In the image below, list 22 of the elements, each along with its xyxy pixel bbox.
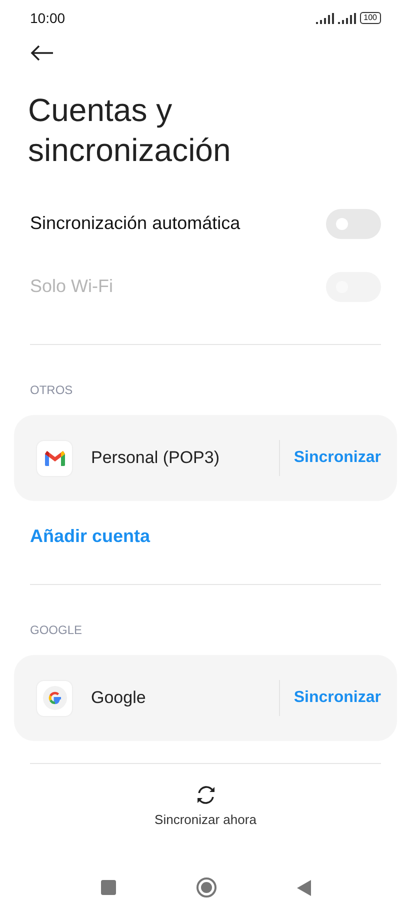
home-icon[interactable] — [196, 877, 216, 898]
sync-now-button[interactable]: Sincronizar ahora — [154, 810, 256, 830]
mail-logo-icon — [36, 440, 73, 476]
add-account-link[interactable]: Añadir cuenta — [0, 501, 180, 584]
g-logo-icon — [36, 680, 73, 716]
section-heading: OTROS — [29, 382, 74, 399]
signal-icon — [338, 12, 356, 24]
battery-icon: 100 — [360, 12, 381, 24]
page-title: Cuentas y sincronización — [28, 91, 232, 170]
recents-icon[interactable] — [100, 880, 116, 895]
clock: 10:00 — [30, 8, 66, 28]
back-icon[interactable] — [296, 880, 310, 896]
account-name: Personal (POP3) — [91, 447, 220, 470]
account-name: Google — [91, 687, 147, 710]
back-arrow-icon[interactable] — [30, 44, 54, 62]
sync-button[interactable]: Sincronizar — [294, 446, 381, 470]
sync-icon[interactable] — [194, 784, 216, 806]
signal-icon — [316, 12, 334, 24]
setting-label: Sincronización automática — [30, 212, 240, 235]
sync-button[interactable]: Sincronizar — [294, 686, 381, 710]
section-heading: GOOGLE — [29, 622, 84, 639]
setting-label: Solo Wi-Fi — [30, 275, 114, 298]
